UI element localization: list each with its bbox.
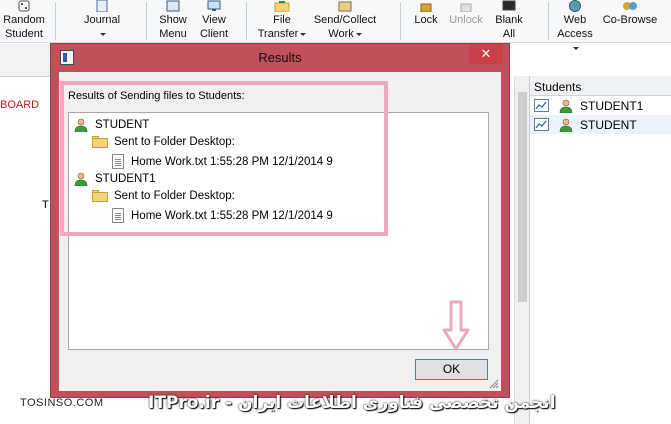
dice-icon [2, 0, 46, 12]
blank-screen-icon [491, 0, 527, 12]
ribbon-separator [400, 2, 401, 40]
web-access-label-1: Web [563, 14, 587, 26]
file-transfer-label-1: File [273, 14, 291, 26]
show-menu-button[interactable]: Show Menu [155, 0, 191, 41]
students-panel: Students STUDENT1 STUDENT [529, 76, 671, 424]
lock-label: Lock [414, 14, 438, 26]
chevron-down-icon [300, 32, 307, 36]
student-list-item[interactable]: STUDENT [530, 115, 671, 134]
student-list-item[interactable]: STUDENT1 [530, 96, 671, 115]
view-client-button[interactable]: View Client [196, 0, 232, 41]
scrollbar-thumb[interactable] [518, 92, 527, 302]
close-button[interactable]: ✕ [469, 44, 503, 64]
blank-all-label-2: All [502, 28, 516, 40]
view-client-label-1: View [202, 14, 226, 26]
send-collect-icon [310, 0, 380, 12]
co-browse-icon [598, 0, 662, 12]
web-access-button[interactable]: Web Access [556, 0, 594, 55]
menu-icon [155, 0, 191, 12]
folder-transfer-icon [257, 0, 307, 13]
send-collect-label-2: Work [328, 28, 354, 40]
students-panel-header: Students [530, 76, 671, 96]
blank-all-label-1: Blank [495, 14, 523, 26]
send-collect-work-button[interactable]: Send/Collect Work [310, 0, 380, 41]
ribbon-separator [55, 2, 56, 40]
lock-icon [410, 0, 442, 13]
co-browse-button[interactable]: Co-Browse [598, 0, 662, 27]
student-name: STUDENT [580, 117, 637, 132]
workspace-toolbar [0, 44, 52, 77]
send-collect-label-1: Send/Collect [313, 14, 377, 26]
ribbon-separator [246, 2, 247, 40]
ok-button[interactable]: OK [415, 359, 488, 380]
show-menu-label-2: Menu [159, 28, 187, 40]
user-icon [559, 118, 573, 132]
file-transfer-label-2: Transfer [257, 28, 299, 40]
co-browse-label: Co-Browse [602, 14, 658, 26]
chevron-down-icon [100, 32, 106, 36]
blank-all-button[interactable]: Blank All [491, 0, 527, 41]
watermark-right: انجمن تخصصی فناوری اطلاعات ایران - ITPro… [148, 393, 556, 413]
web-access-label-2: Access [557, 28, 593, 40]
arrow-down-icon [442, 300, 470, 351]
board-label-fragment: BOARD [0, 99, 40, 111]
dialog-title-bar[interactable]: Results ✕ [51, 44, 509, 71]
toolbar-ribbon: Random Student Journal Show Menu View Cl… [0, 0, 671, 50]
resize-grip-icon[interactable] [489, 379, 499, 389]
student-name: STUDENT1 [580, 98, 644, 113]
unlock-icon [446, 0, 486, 13]
journal-label: Journal [83, 14, 121, 26]
random-student-label-1: Random [3, 14, 45, 26]
globe-icon [556, 0, 594, 12]
lock-button[interactable]: Lock [410, 0, 442, 27]
file-transfer-button[interactable]: File Transfer [257, 0, 307, 41]
activity-chart-icon [534, 99, 549, 112]
ribbon-separator [146, 2, 147, 40]
activity-chart-icon [534, 118, 549, 131]
journal-button[interactable]: Journal [80, 0, 124, 41]
vertical-scrollbar[interactable] [514, 76, 529, 424]
text-fragment: T [42, 199, 49, 211]
random-student-button[interactable]: Random Student [2, 0, 46, 41]
highlight-box [60, 81, 388, 236]
chevron-down-icon [573, 46, 579, 50]
chevron-down-icon [355, 32, 362, 36]
monitor-icon [196, 0, 232, 12]
random-student-label-2: Student [5, 28, 43, 40]
ribbon-separator [548, 2, 549, 40]
view-client-label-2: Client [199, 28, 229, 40]
watermark-left: TOSINSO.COM [20, 397, 104, 409]
unlock-button[interactable]: Unlock [446, 0, 486, 27]
journal-icon [80, 0, 124, 13]
user-icon [559, 99, 573, 113]
show-menu-label-1: Show [159, 14, 187, 26]
dialog-title: Results [258, 50, 302, 65]
unlock-label: Unlock [449, 14, 483, 26]
